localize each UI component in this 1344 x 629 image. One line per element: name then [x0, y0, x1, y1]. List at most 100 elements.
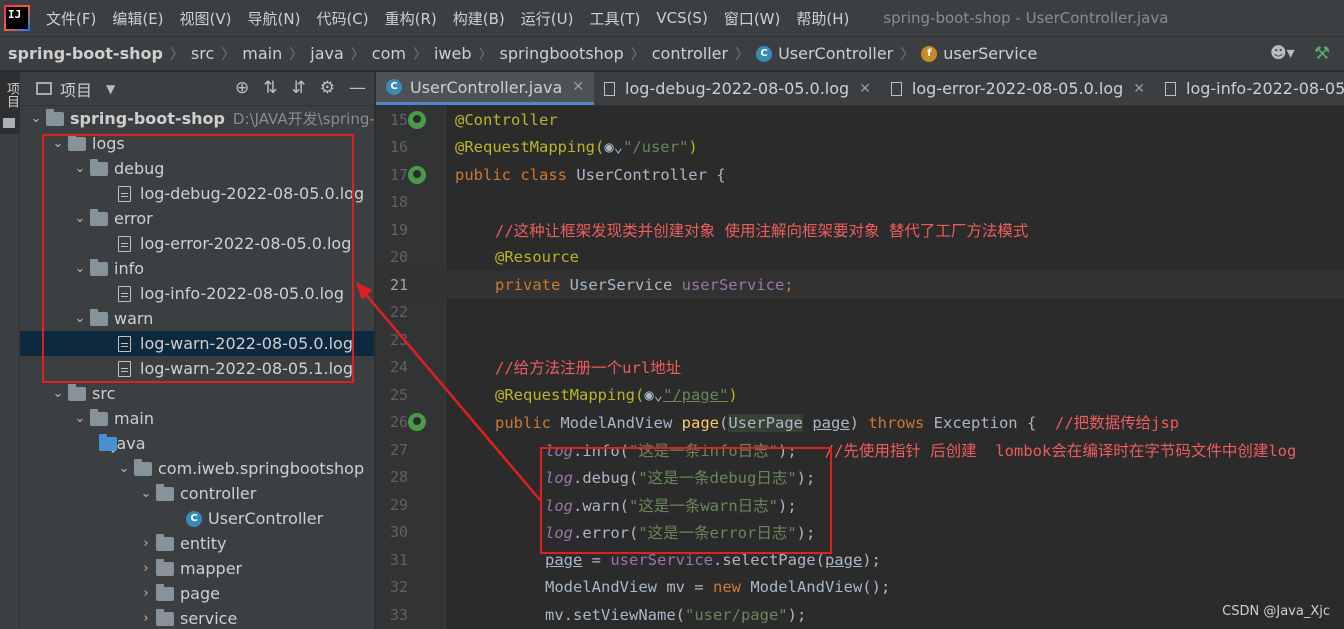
tree-item-logs[interactable]: ⌄ logs: [20, 131, 374, 156]
chevron-down-icon[interactable]: ⌄: [70, 261, 90, 276]
folder-icon: [90, 258, 108, 276]
tab-log-debug[interactable]: log-debug-2022-08-05.0.log ✕: [594, 72, 881, 105]
chevron-right-icon: 〉: [735, 46, 750, 63]
menu-help[interactable]: 帮助(H): [788, 8, 857, 29]
chevron-right-icon[interactable]: ›: [136, 586, 156, 601]
menu-view[interactable]: 视图(V): [172, 8, 240, 29]
operator: =: [582, 550, 611, 569]
tree-item-usercontroller[interactable]: C UserController: [20, 506, 374, 531]
breadcrumb-iweb[interactable]: iweb: [434, 44, 472, 63]
panel-icon: [36, 82, 52, 95]
close-icon[interactable]: ✕: [859, 81, 871, 97]
chevron-down-icon[interactable]: ⌄: [70, 411, 90, 426]
chevron-down-icon[interactable]: ⌄: [136, 486, 156, 501]
tree-item-package[interactable]: ⌄ com.iweb.springbootshop: [20, 456, 374, 481]
package-icon: [134, 458, 152, 476]
locate-target-icon[interactable]: ⊕: [235, 78, 249, 98]
close-icon[interactable]: ✕: [572, 79, 584, 95]
chevron-down-icon[interactable]: ⌄: [70, 211, 90, 226]
param-type: UserPage: [728, 414, 803, 433]
line-number: 21: [389, 275, 408, 294]
tab-log-error[interactable]: log-error-2022-08-05.0.log ✕: [881, 72, 1155, 105]
tree-item-log-file-selected[interactable]: log-warn-2022-08-05.0.log: [20, 331, 374, 356]
chevron-down-icon[interactable]: ⌄: [26, 111, 46, 126]
breadcrumb-java[interactable]: java: [310, 44, 344, 63]
tree-item-error[interactable]: ⌄ error: [20, 206, 374, 231]
menu-refactor[interactable]: 重构(R): [377, 8, 445, 29]
tree-item-debug[interactable]: ⌄ debug: [20, 156, 374, 181]
tab-usercontroller[interactable]: C UserController.java ✕: [376, 72, 595, 105]
chevron-down-icon[interactable]: ⌄: [114, 461, 134, 476]
chevron-right-icon[interactable]: ›: [136, 611, 156, 626]
line-number: 20: [389, 248, 408, 267]
chevron-down-icon[interactable]: ▼: [106, 82, 115, 96]
menu-code[interactable]: 代码(C): [308, 8, 376, 29]
breadcrumb-main[interactable]: main: [242, 44, 282, 63]
spring-bean-icon[interactable]: [408, 110, 426, 129]
close-icon[interactable]: ✕: [1133, 81, 1145, 97]
annotation: @Controller: [455, 110, 558, 129]
tree-item-page[interactable]: › page: [20, 581, 374, 606]
breadcrumb-controller[interactable]: controller: [652, 44, 728, 63]
collapse-all-icon[interactable]: ⇵: [292, 78, 306, 98]
tree-item-java[interactable]: ⌄ java: [20, 431, 374, 456]
tree-item-service[interactable]: › service: [20, 606, 374, 629]
line-number: 26: [389, 413, 408, 432]
line-number: 25: [389, 385, 408, 404]
hide-panel-icon[interactable]: —: [349, 78, 366, 98]
menu-tools[interactable]: 工具(T): [581, 8, 648, 29]
tree-item-label: spring-boot-shop: [70, 109, 225, 128]
tree-item-info[interactable]: ⌄ info: [20, 256, 374, 281]
spring-bean-icon[interactable]: [408, 165, 426, 184]
breadcrumb-com[interactable]: com: [372, 44, 406, 63]
tree-item-mapper[interactable]: › mapper: [20, 556, 374, 581]
chevron-down-icon[interactable]: ⌄: [48, 136, 68, 151]
menu-edit[interactable]: 编辑(E): [104, 8, 171, 29]
expand-all-icon[interactable]: ⇅: [263, 78, 277, 98]
project-panel-title[interactable]: 项目: [60, 77, 92, 101]
tree-item-entity[interactable]: › entity: [20, 531, 374, 556]
tree-item-warn[interactable]: ⌄ warn: [20, 306, 374, 331]
breadcrumb-project[interactable]: spring-boot-shop: [8, 44, 163, 63]
breadcrumb-userservice[interactable]: f userService: [921, 44, 1037, 63]
menu-navigate[interactable]: 导航(N): [240, 8, 309, 29]
tree-item-root[interactable]: ⌄ spring-boot-shop D:\JAVA开发\spring-bo: [20, 106, 374, 131]
menu-file[interactable]: 文件(F): [38, 8, 104, 29]
gear-icon[interactable]: ⚙: [320, 78, 335, 98]
menu-build[interactable]: 构建(B): [445, 8, 513, 29]
chevron-down-icon[interactable]: ⌄: [48, 386, 68, 401]
menu-window[interactable]: 窗口(W): [716, 8, 789, 29]
tree-item-log-file[interactable]: log-info-2022-08-05.0.log: [20, 281, 374, 306]
spring-mapping-icon[interactable]: [408, 413, 426, 432]
build-hammer-icon[interactable]: ⚒: [1314, 43, 1334, 64]
chevron-down-icon[interactable]: ⌄: [70, 161, 90, 176]
comment: //先使用指针 后创建 lombok会在编译时在字节码文件中创建log: [824, 441, 1297, 460]
menu-run[interactable]: 运行(U): [513, 8, 582, 29]
code-area[interactable]: 15 @Controller 16 @RequestMapping(◉⌄"/us…: [376, 106, 1344, 629]
declaration: ModelAndView mv =: [545, 578, 713, 597]
line-number: 33: [389, 605, 408, 624]
user-account-icon[interactable]: ☻▾: [1270, 43, 1296, 63]
tree-item-log-file[interactable]: log-warn-2022-08-05.1.log: [20, 356, 374, 381]
code-line: 32 ModelAndView mv = new ModelAndView();: [376, 574, 1344, 602]
tree-item-main[interactable]: ⌄ main: [20, 406, 374, 431]
breadcrumb-usercontroller[interactable]: C UserController: [756, 44, 893, 63]
tree-item-log-file[interactable]: log-debug-2022-08-05.0.log: [20, 181, 374, 206]
tree-item-src[interactable]: ⌄ src: [20, 381, 374, 406]
breadcrumb-springbootshop[interactable]: springbootshop: [500, 44, 624, 63]
breadcrumb-src[interactable]: src: [191, 44, 214, 63]
chevron-right-icon[interactable]: ›: [136, 561, 156, 576]
log-field: log: [545, 441, 573, 460]
line-number: 19: [389, 220, 408, 239]
tree-item-label: log-debug-2022-08-05.0.log: [140, 184, 365, 203]
tab-log-info[interactable]: log-info-2022-08-05.0.log: [1155, 72, 1344, 105]
project-tool-tab[interactable]: 项目: [0, 72, 20, 134]
class-declaration: UserController {: [576, 165, 726, 184]
tree-item-log-file[interactable]: log-error-2022-08-05.0.log: [20, 231, 374, 256]
menu-vcs[interactable]: VCS(S): [648, 9, 715, 27]
chevron-right-icon[interactable]: ›: [136, 536, 156, 551]
tree-item-controller[interactable]: ⌄ controller: [20, 481, 374, 506]
chevron-right-icon: 〉: [350, 46, 365, 63]
code-line: 18: [376, 189, 1344, 217]
chevron-down-icon[interactable]: ⌄: [70, 311, 90, 326]
